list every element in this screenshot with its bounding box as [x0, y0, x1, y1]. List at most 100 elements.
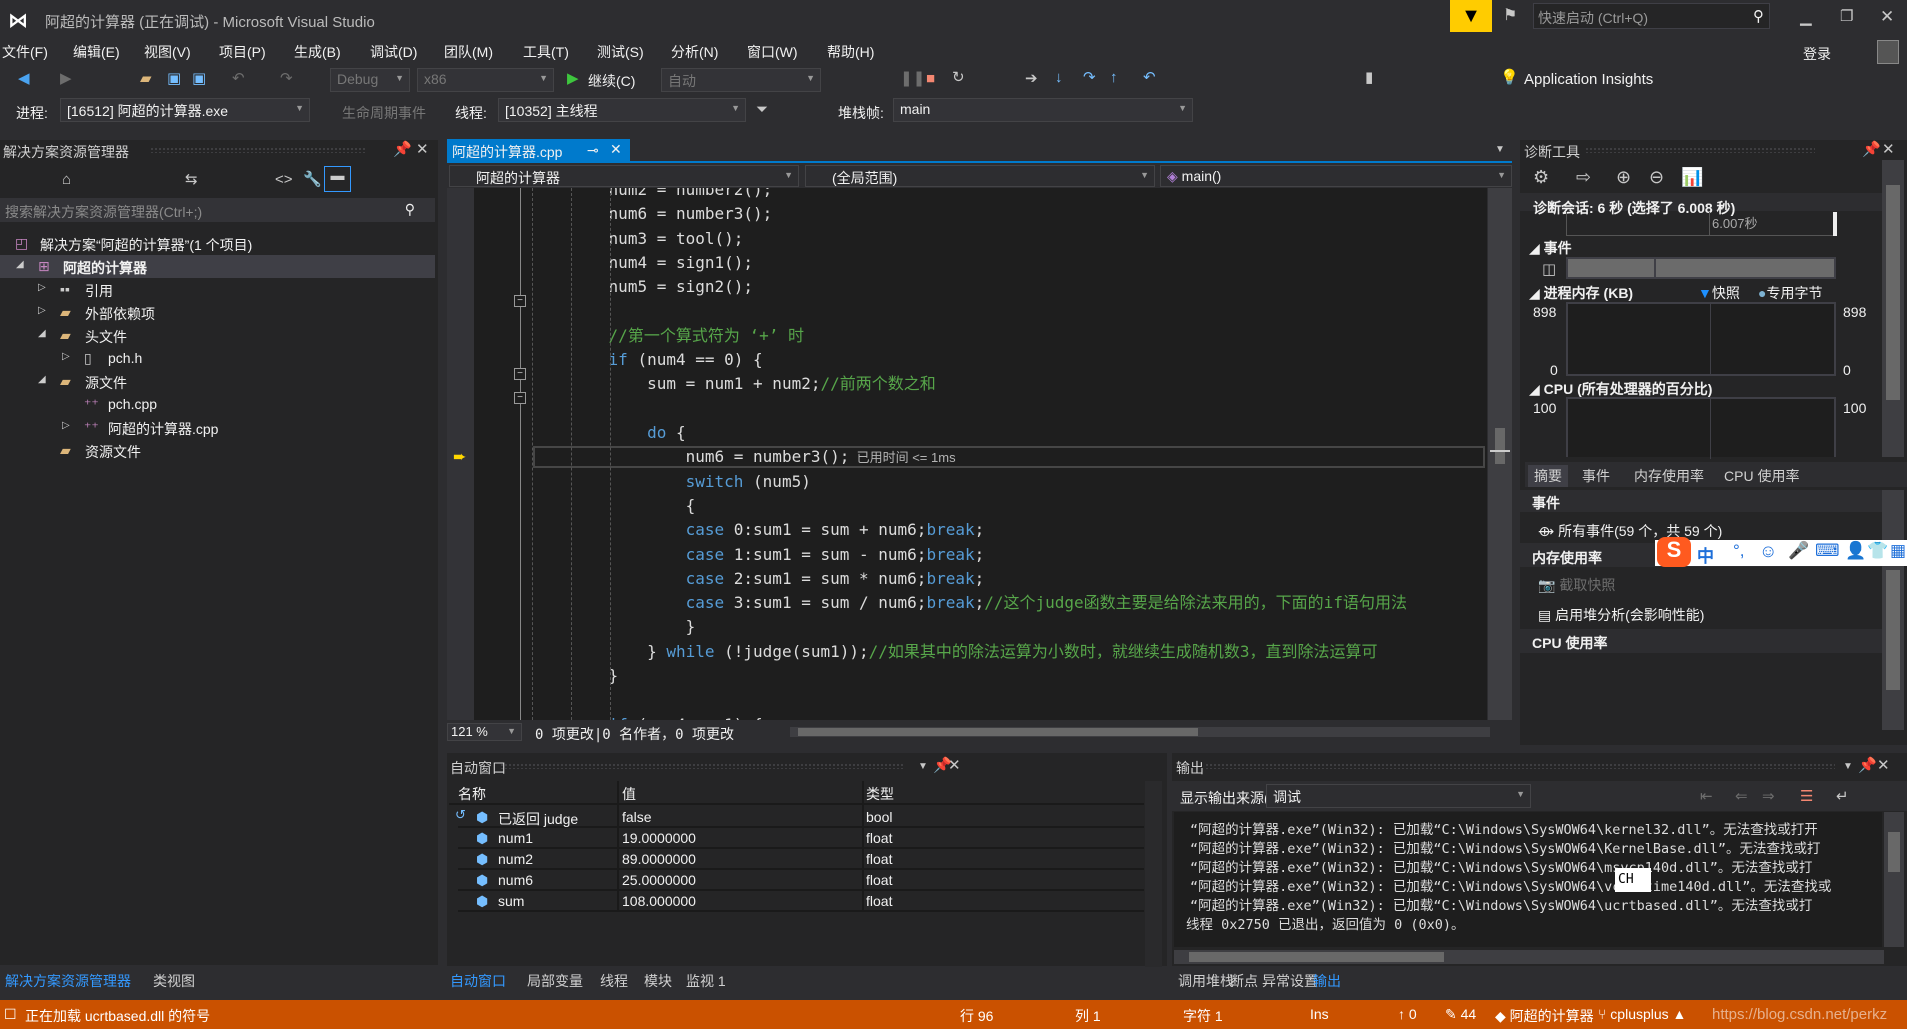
output-bottom-tab[interactable]: 断点	[1230, 971, 1258, 991]
undo-icon[interactable]: ↶	[232, 71, 245, 86]
collapsed-arrow-icon[interactable]: ▷	[62, 420, 70, 431]
menu-item[interactable]: 编辑(E)	[73, 42, 120, 62]
zoom-in-icon[interactable]: ⊕	[1616, 168, 1631, 186]
tree-item[interactable]: ▷ ▪▪ 引用	[0, 278, 435, 301]
step-into-icon[interactable]: ↓	[1055, 70, 1063, 85]
lifecycle-events-button[interactable]: 生命周期事件	[342, 103, 426, 123]
tree-item[interactable]: ◢ ⊞ 阿超的计算器	[0, 255, 435, 278]
scope-nav-dropdown[interactable]: (全局范围) ▼	[805, 165, 1155, 187]
editor-tab-active[interactable]: 阿超的计算器.cpp ⊸ ✕	[447, 139, 630, 162]
dropdown-icon[interactable]: ▼	[1843, 762, 1853, 772]
stop-icon[interactable]: ■	[926, 71, 935, 86]
save-all-icon[interactable]: ▣	[192, 71, 206, 86]
pin-icon[interactable]: 📌	[1862, 142, 1881, 157]
cpu-graph[interactable]	[1566, 397, 1836, 459]
code-line[interactable]: num6 = number3(); 已用时间 <= 1ms	[609, 445, 956, 469]
tab-solution-explorer[interactable]: 解决方案资源管理器	[5, 971, 131, 991]
collapsed-arrow-icon[interactable]: ▷	[38, 282, 46, 293]
summary-scrollbar[interactable]	[1882, 490, 1904, 730]
output-hscrollbar[interactable]	[1174, 950, 1884, 964]
tab-overflow-icon[interactable]: ▼	[1495, 145, 1505, 155]
close-icon[interactable]: ✕	[1880, 8, 1894, 25]
thread-dropdown[interactable]: [10352] 主线程 ▼	[498, 98, 746, 122]
collapse-toggle-icon[interactable]: −	[514, 295, 526, 307]
collapse-toggle-icon[interactable]: −	[514, 368, 526, 380]
project-nav-dropdown[interactable]: 阿超的计算器 ▼	[449, 165, 799, 187]
member-nav-dropdown[interactable]: ◈ main() ▼	[1160, 165, 1512, 187]
pause-events-icon[interactable]: ◫	[1542, 262, 1556, 277]
zoom-level-dropdown[interactable]: 121 % ▼	[447, 723, 522, 741]
menu-item[interactable]: 项目(P)	[219, 42, 266, 62]
code-line[interactable]: num2 = number2();	[609, 188, 773, 202]
editor-hscrollbar[interactable]	[790, 727, 1490, 737]
variable-value[interactable]: false	[622, 809, 652, 825]
column-header-value[interactable]: 值	[622, 784, 636, 804]
code-line[interactable]: do {	[609, 421, 686, 445]
autos-bottom-tab[interactable]: 模块	[644, 971, 672, 991]
properties-wrench-icon[interactable]: 🔧	[303, 172, 322, 187]
code-line[interactable]: if (num4 == 0) {	[609, 348, 763, 372]
autos-bottom-tab[interactable]: 自动窗口	[450, 971, 506, 991]
continue-button[interactable]: 继续(C)	[588, 71, 635, 91]
output-bottom-tab[interactable]: 调用堆栈	[1178, 971, 1234, 991]
word-wrap-icon[interactable]: ↵	[1836, 789, 1849, 804]
chart-help-icon[interactable]: 📊	[1681, 168, 1703, 186]
events-heading[interactable]: ◢ 事件	[1529, 238, 1572, 258]
status-insert-mode[interactable]: Ins	[1310, 1006, 1329, 1022]
code-line[interactable]: num4 = sign1();	[609, 251, 754, 275]
config-dropdown[interactable]: Debug ▼	[330, 68, 410, 92]
output-vscrollbar[interactable]	[1884, 812, 1904, 947]
menu-item[interactable]: 工具(T)	[523, 42, 569, 62]
column-header-name[interactable]: 名称	[458, 784, 486, 804]
tree-item[interactable]: ◢ ▰ 源文件	[0, 370, 435, 393]
tree-item[interactable]: ◢ ▰ 头文件	[0, 324, 435, 347]
bookmark-icon[interactable]: ▮	[1365, 70, 1373, 85]
variable-value[interactable]: 25.0000000	[622, 872, 696, 888]
column-header-type[interactable]: 类型	[866, 784, 894, 804]
stack-frame-dropdown[interactable]: main ▼	[893, 98, 1193, 122]
autos-bottom-tab[interactable]: 局部变量	[527, 971, 583, 991]
memory-heading[interactable]: ◢ 进程内存 (KB)	[1529, 283, 1633, 303]
platform-dropdown[interactable]: x86 ▼	[417, 68, 554, 92]
clear-all-icon[interactable]: ☰	[1800, 789, 1813, 804]
step-out-icon[interactable]: ↑	[1110, 70, 1118, 85]
output-bottom-tab[interactable]: 异常设置	[1262, 971, 1318, 991]
feedback-icon[interactable]: ⚑	[1503, 8, 1517, 24]
expanded-arrow-icon[interactable]: ◢	[38, 328, 46, 339]
solution-search-input[interactable]: 搜索解决方案资源管理器(Ctrl+;) ⚲	[0, 198, 435, 222]
find-message-icon[interactable]: ⇤	[1700, 789, 1713, 804]
close-panel-icon[interactable]: ✕	[1882, 142, 1895, 157]
tree-item[interactable]: ▷ ▰ 外部依赖项	[0, 301, 435, 324]
menu-item[interactable]: 帮助(H)	[827, 42, 874, 62]
collapsed-arrow-icon[interactable]: ▷	[62, 351, 70, 362]
autos-bottom-tab[interactable]: 线程	[600, 971, 628, 991]
code-line[interactable]: //第一个算式符为 ‘+’ 时	[609, 324, 804, 348]
code-line[interactable]: {	[609, 494, 696, 518]
sync-icon[interactable]: ⇆	[185, 172, 198, 187]
status-repo[interactable]: ◆ 阿超的计算器	[1495, 1006, 1594, 1026]
code-line[interactable]: sum = num1 + num2;//前两个数之和	[609, 372, 936, 396]
menu-item[interactable]: 调试(D)	[370, 42, 417, 62]
process-dropdown[interactable]: [16512] 阿超的计算器.exe ▼	[60, 98, 310, 122]
expanded-arrow-icon[interactable]: ◢	[16, 259, 24, 270]
diag-tab[interactable]: CPU 使用率	[1718, 465, 1805, 487]
restart-icon[interactable]: ↻	[952, 70, 965, 85]
autos-row[interactable]: ⬢ sum 108.000000 float	[458, 891, 1144, 912]
status-unpushed[interactable]: ↑ 0	[1398, 1006, 1417, 1022]
preview-toggle-button[interactable]: ▬	[324, 166, 351, 192]
settings-gear-icon[interactable]: ⚙	[1533, 168, 1549, 186]
tree-item[interactable]: ▰ 资源文件	[0, 439, 435, 462]
menu-item[interactable]: 视图(V)	[144, 42, 191, 62]
diag-tab[interactable]: 摘要	[1528, 465, 1568, 487]
diag-tab[interactable]: 内存使用率	[1628, 465, 1710, 487]
notification-flag-icon[interactable]: ▼	[1450, 0, 1492, 32]
all-events-link[interactable]: ⟴ 所有事件(59 个，共 59 个)	[1538, 521, 1722, 541]
codelens-status[interactable]: 0 项更改|0 名作者，0 项更改	[535, 724, 734, 744]
auto-dropdown[interactable]: 自动 ▼	[661, 68, 821, 92]
continue-icon[interactable]: ▶	[567, 71, 579, 86]
menu-item[interactable]: 文件(F)	[2, 42, 48, 62]
collapse-toggle-icon[interactable]: −	[514, 392, 526, 404]
menu-item[interactable]: 测试(S)	[597, 42, 644, 62]
autos-scrollbar[interactable]	[1145, 781, 1162, 967]
code-line[interactable]: num3 = tool();	[609, 227, 744, 251]
